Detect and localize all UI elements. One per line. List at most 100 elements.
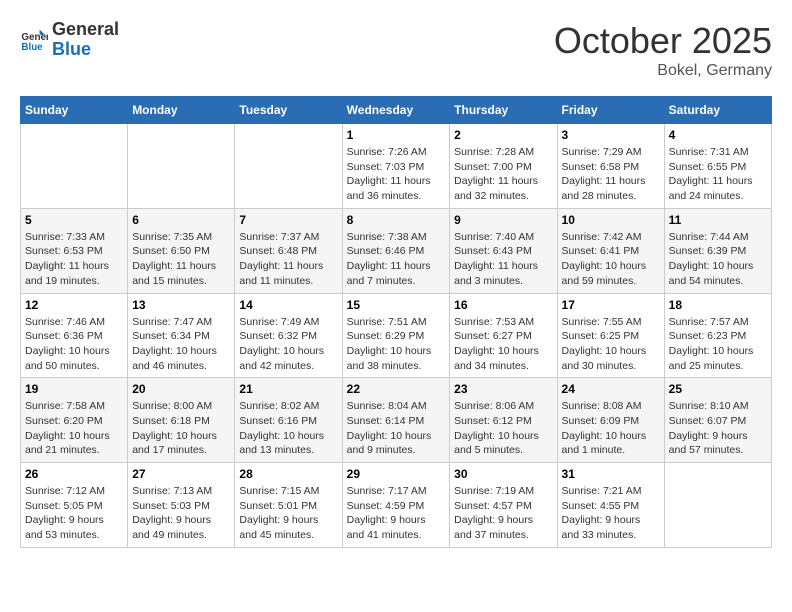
table-row: 11 Sunrise: 7:44 AM Sunset: 6:39 PM Dayli… (664, 208, 771, 293)
logo: General Blue General Blue (20, 20, 119, 60)
day-number: 23 (454, 382, 552, 396)
day-info: Sunrise: 8:00 AM Sunset: 6:18 PM Dayligh… (132, 399, 230, 458)
day-number: 3 (562, 128, 660, 142)
header-thursday: Thursday (450, 97, 557, 124)
day-number: 2 (454, 128, 552, 142)
day-number: 14 (239, 298, 337, 312)
table-row: 19Sunrise: 7:58 AM Sunset: 6:20 PM Dayli… (21, 378, 128, 463)
header-sunday: Sunday (21, 97, 128, 124)
title-block: October 2025 Bokel, Germany (554, 20, 772, 80)
month-title: October 2025 (554, 20, 772, 62)
day-info: Sunrise: 7:13 AM Sunset: 5:03 PM Dayligh… (132, 484, 230, 543)
day-info: Sunrise: 7:58 AM Sunset: 6:20 PM Dayligh… (25, 399, 123, 458)
day-number: 30 (454, 467, 552, 481)
day-info: Sunrise: 7:19 AM Sunset: 4:57 PM Dayligh… (454, 484, 552, 543)
table-row: 25Sunrise: 8:10 AM Sunset: 6:07 PM Dayli… (664, 378, 771, 463)
logo-text-blue: Blue (52, 40, 119, 60)
calendar-week-row: 19Sunrise: 7:58 AM Sunset: 6:20 PM Dayli… (21, 378, 772, 463)
table-row: 22Sunrise: 8:04 AM Sunset: 6:14 PM Dayli… (342, 378, 450, 463)
day-info: Sunrise: 8:04 AM Sunset: 6:14 PM Dayligh… (347, 399, 446, 458)
day-number: 21 (239, 382, 337, 396)
day-number: 6 (132, 213, 230, 227)
day-info: Sunrise: 7:49 AM Sunset: 6:32 PM Dayligh… (239, 315, 337, 374)
table-row: 7 Sunrise: 7:37 AM Sunset: 6:48 PM Daylig… (235, 208, 342, 293)
table-row: 6 Sunrise: 7:35 AM Sunset: 6:50 PM Daylig… (128, 208, 235, 293)
logo-text-general: General (52, 20, 119, 40)
day-info: Sunrise: 7:35 AM Sunset: 6:50 PM Dayligh… (132, 230, 230, 289)
table-row: 24 Sunrise: 8:08 AM Sunset: 6:09 PM Dayli… (557, 378, 664, 463)
day-number: 26 (25, 467, 123, 481)
calendar-header-row: Sunday Monday Tuesday Wednesday Thursday… (21, 97, 772, 124)
table-row: 18Sunrise: 7:57 AM Sunset: 6:23 PM Dayli… (664, 293, 771, 378)
logo-icon: General Blue (20, 26, 48, 54)
calendar-week-row: 12 Sunrise: 7:46 AM Sunset: 6:36 PM Dayli… (21, 293, 772, 378)
day-info: Sunrise: 8:06 AM Sunset: 6:12 PM Dayligh… (454, 399, 552, 458)
table-row: 23 Sunrise: 8:06 AM Sunset: 6:12 PM Dayli… (450, 378, 557, 463)
day-info: Sunrise: 7:55 AM Sunset: 6:25 PM Dayligh… (562, 315, 660, 374)
day-number: 9 (454, 213, 552, 227)
table-row: 4Sunrise: 7:31 AM Sunset: 6:55 PM Daylig… (664, 124, 771, 209)
table-row: 12 Sunrise: 7:46 AM Sunset: 6:36 PM Dayli… (21, 293, 128, 378)
table-row: 31Sunrise: 7:21 AM Sunset: 4:55 PM Dayli… (557, 463, 664, 548)
day-number: 12 (25, 298, 123, 312)
table-row: 27 Sunrise: 7:13 AM Sunset: 5:03 PM Dayli… (128, 463, 235, 548)
day-info: Sunrise: 8:10 AM Sunset: 6:07 PM Dayligh… (669, 399, 767, 458)
day-number: 5 (25, 213, 123, 227)
header-saturday: Saturday (664, 97, 771, 124)
table-row: 20 Sunrise: 8:00 AM Sunset: 6:18 PM Dayli… (128, 378, 235, 463)
day-info: Sunrise: 7:12 AM Sunset: 5:05 PM Dayligh… (25, 484, 123, 543)
day-number: 17 (562, 298, 660, 312)
day-number: 7 (239, 213, 337, 227)
header-tuesday: Tuesday (235, 97, 342, 124)
table-row: 9 Sunrise: 7:40 AM Sunset: 6:43 PM Daylig… (450, 208, 557, 293)
day-info: Sunrise: 7:21 AM Sunset: 4:55 PM Dayligh… (562, 484, 660, 543)
day-number: 10 (562, 213, 660, 227)
day-info: Sunrise: 7:33 AM Sunset: 6:53 PM Dayligh… (25, 230, 123, 289)
table-row (21, 124, 128, 209)
day-info: Sunrise: 7:46 AM Sunset: 6:36 PM Dayligh… (25, 315, 123, 374)
table-row: 1Sunrise: 7:26 AM Sunset: 7:03 PM Daylig… (342, 124, 450, 209)
table-row: 15 Sunrise: 7:51 AM Sunset: 6:29 PM Dayli… (342, 293, 450, 378)
day-info: Sunrise: 7:51 AM Sunset: 6:29 PM Dayligh… (347, 315, 446, 374)
table-row: 28Sunrise: 7:15 AM Sunset: 5:01 PM Dayli… (235, 463, 342, 548)
calendar-week-row: 5 Sunrise: 7:33 AM Sunset: 6:53 PM Daylig… (21, 208, 772, 293)
day-info: Sunrise: 7:37 AM Sunset: 6:48 PM Dayligh… (239, 230, 337, 289)
day-number: 27 (132, 467, 230, 481)
day-number: 20 (132, 382, 230, 396)
table-row: 16 Sunrise: 7:53 AM Sunset: 6:27 PM Dayli… (450, 293, 557, 378)
table-row: 14 Sunrise: 7:49 AM Sunset: 6:32 PM Dayli… (235, 293, 342, 378)
day-info: Sunrise: 7:44 AM Sunset: 6:39 PM Dayligh… (669, 230, 767, 289)
header-wednesday: Wednesday (342, 97, 450, 124)
day-number: 16 (454, 298, 552, 312)
header-monday: Monday (128, 97, 235, 124)
table-row: 29Sunrise: 7:17 AM Sunset: 4:59 PM Dayli… (342, 463, 450, 548)
table-row (235, 124, 342, 209)
location-subtitle: Bokel, Germany (554, 62, 772, 80)
table-row: 5 Sunrise: 7:33 AM Sunset: 6:53 PM Daylig… (21, 208, 128, 293)
day-info: Sunrise: 7:40 AM Sunset: 6:43 PM Dayligh… (454, 230, 552, 289)
day-number: 1 (347, 128, 446, 142)
day-number: 24 (562, 382, 660, 396)
table-row: 21 Sunrise: 8:02 AM Sunset: 6:16 PM Dayli… (235, 378, 342, 463)
day-info: Sunrise: 7:53 AM Sunset: 6:27 PM Dayligh… (454, 315, 552, 374)
day-info: Sunrise: 7:42 AM Sunset: 6:41 PM Dayligh… (562, 230, 660, 289)
day-info: Sunrise: 7:28 AM Sunset: 7:00 PM Dayligh… (454, 145, 552, 204)
day-info: Sunrise: 7:47 AM Sunset: 6:34 PM Dayligh… (132, 315, 230, 374)
table-row: 10 Sunrise: 7:42 AM Sunset: 6:41 PM Dayli… (557, 208, 664, 293)
day-info: Sunrise: 7:38 AM Sunset: 6:46 PM Dayligh… (347, 230, 446, 289)
day-number: 15 (347, 298, 446, 312)
day-info: Sunrise: 8:02 AM Sunset: 6:16 PM Dayligh… (239, 399, 337, 458)
calendar-week-row: 26 Sunrise: 7:12 AM Sunset: 5:05 PM Dayli… (21, 463, 772, 548)
calendar-table: Sunday Monday Tuesday Wednesday Thursday… (20, 96, 772, 548)
table-row: 13Sunrise: 7:47 AM Sunset: 6:34 PM Dayli… (128, 293, 235, 378)
day-number: 29 (347, 467, 446, 481)
day-number: 8 (347, 213, 446, 227)
table-row (128, 124, 235, 209)
day-number: 11 (669, 213, 767, 227)
day-number: 28 (239, 467, 337, 481)
table-row: 3Sunrise: 7:29 AM Sunset: 6:58 PM Daylig… (557, 124, 664, 209)
svg-text:Blue: Blue (21, 42, 43, 53)
day-info: Sunrise: 8:08 AM Sunset: 6:09 PM Dayligh… (562, 399, 660, 458)
table-row: 17 Sunrise: 7:55 AM Sunset: 6:25 PM Dayli… (557, 293, 664, 378)
day-info: Sunrise: 7:57 AM Sunset: 6:23 PM Dayligh… (669, 315, 767, 374)
